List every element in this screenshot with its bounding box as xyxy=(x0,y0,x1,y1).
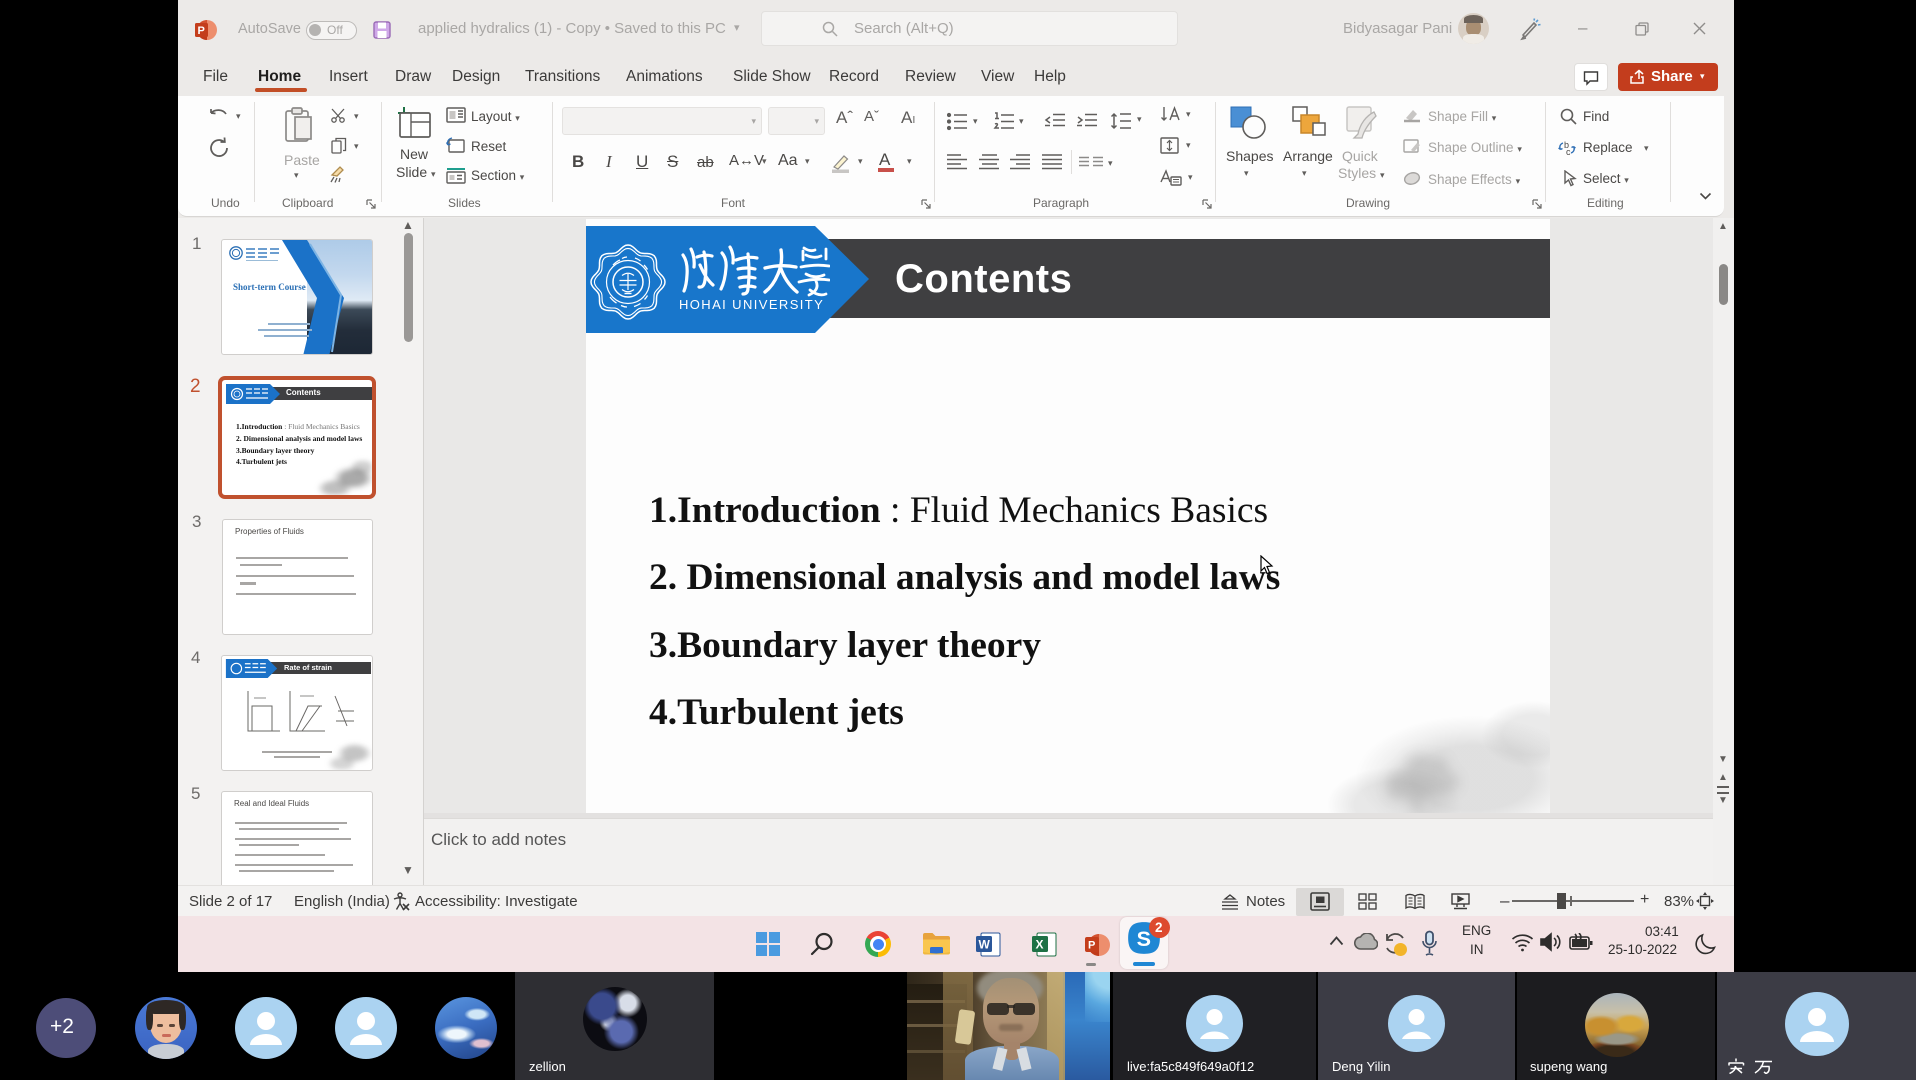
svg-text:c: c xyxy=(1566,147,1571,157)
svg-text:W: W xyxy=(979,938,991,952)
svg-text:X: X xyxy=(1036,938,1044,952)
svg-text:P: P xyxy=(1088,940,1095,952)
svg-text:P: P xyxy=(198,25,205,37)
